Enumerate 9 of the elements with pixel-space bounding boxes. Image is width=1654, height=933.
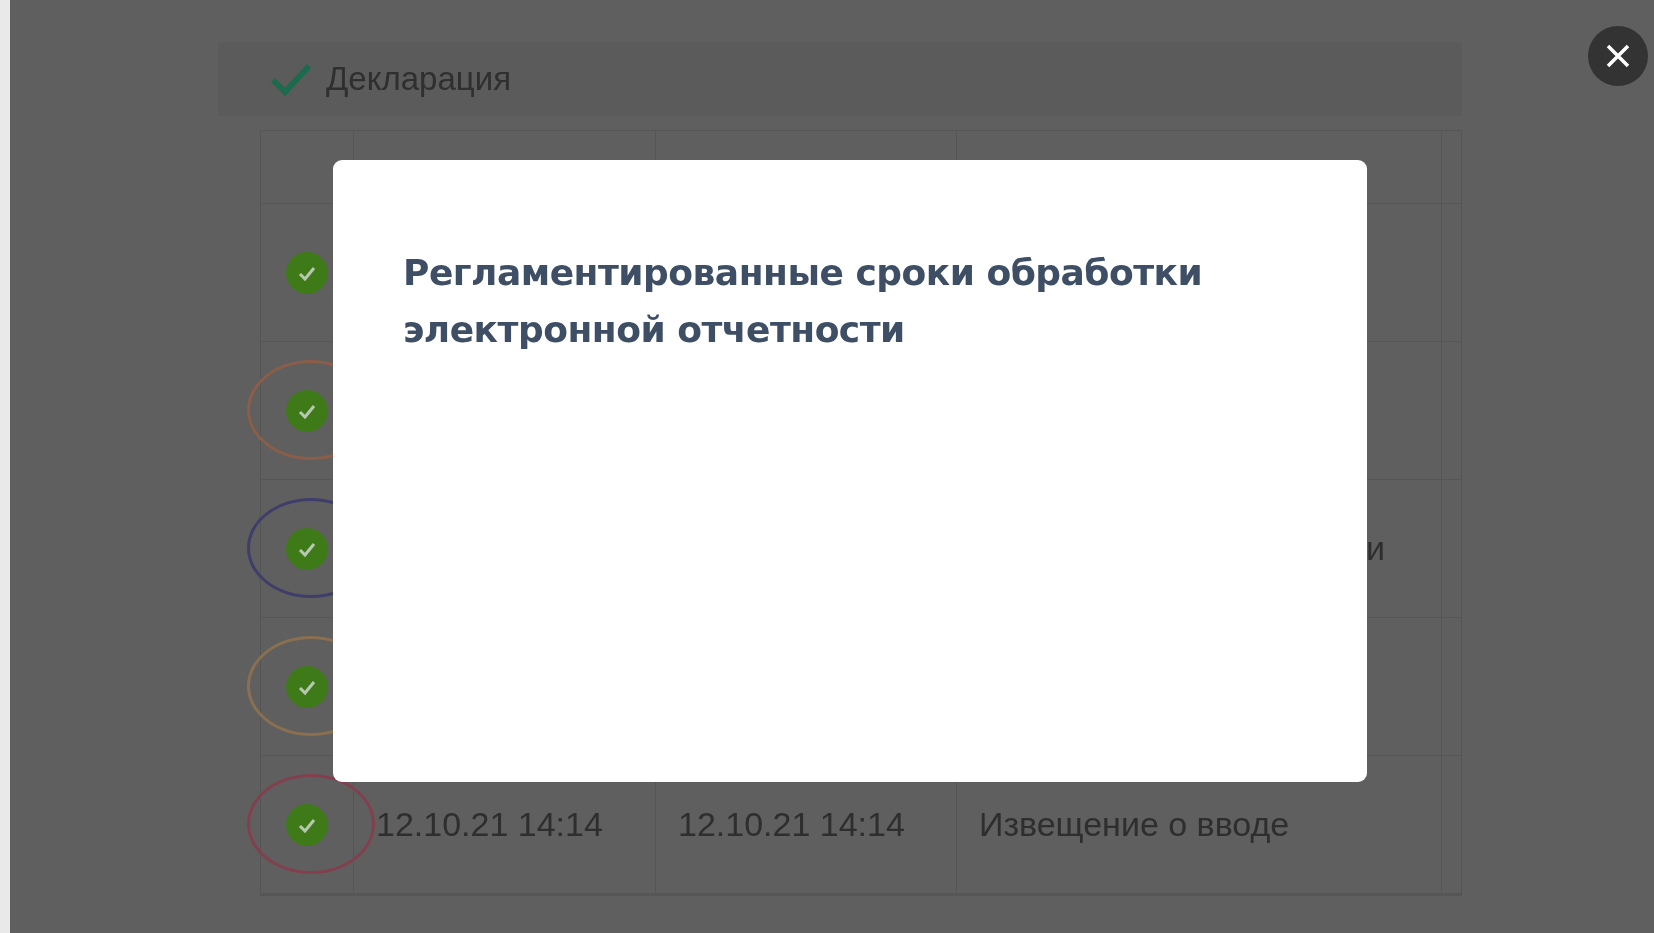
check-icon (270, 62, 312, 96)
status-check-icon (286, 251, 328, 294)
status-check-icon (286, 665, 328, 708)
close-icon (1606, 44, 1630, 68)
status-check-icon (286, 527, 328, 570)
modal-title: Регламентированные сроки обработки электронной отчетности (403, 251, 1204, 352)
status-check-icon (286, 389, 328, 432)
status-check-icon (286, 803, 328, 846)
close-button[interactable] (1588, 26, 1648, 86)
